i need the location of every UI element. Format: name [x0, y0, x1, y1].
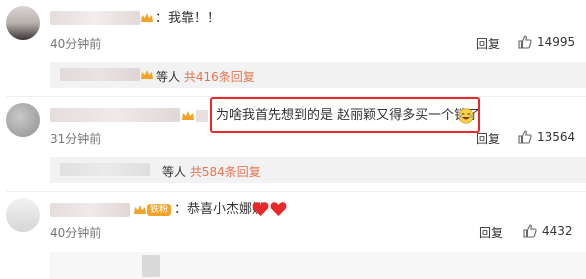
crown-icon: [182, 111, 194, 120]
comment-text: ：我靠！！: [155, 11, 221, 26]
reply-user-blurred: [60, 163, 150, 176]
thumbs-up-icon[interactable]: [523, 224, 537, 238]
sub-replies-prefix: 等人: [162, 165, 187, 179]
comment-time: 40分钟前: [50, 37, 102, 51]
sub-replies[interactable]: 等人 共416条回复: [50, 62, 586, 88]
username-blurred[interactable]: [50, 203, 130, 217]
avatar[interactable]: [6, 198, 40, 232]
reply-button[interactable]: 回复: [479, 224, 503, 241]
like-count: 4432: [542, 224, 573, 238]
reply-user-blurred: [142, 255, 160, 277]
sub-replies-link[interactable]: 共584条回复: [190, 165, 261, 179]
username-blurred[interactable]: [50, 11, 140, 25]
divider: [6, 191, 586, 192]
heart-icon: [270, 202, 287, 216]
fan-badge[interactable]: 铁粉: [147, 204, 172, 216]
sub-replies[interactable]: 等人 共584条回复: [50, 157, 586, 183]
sub-replies-link[interactable]: 共416条回复: [184, 70, 255, 84]
crown-icon: [141, 70, 153, 79]
reply-button[interactable]: 回复: [476, 35, 500, 52]
username-blurred[interactable]: [50, 108, 180, 122]
comment-time: 31分钟前: [50, 132, 102, 146]
like-count: 13564: [537, 130, 576, 144]
comment-time: 40分钟前: [50, 226, 102, 240]
reply-button[interactable]: 回复: [476, 130, 500, 147]
avatar[interactable]: [6, 103, 40, 137]
thumbs-up-icon[interactable]: [518, 35, 532, 49]
reply-user-blurred: [60, 68, 140, 81]
heart-icon: [252, 202, 269, 216]
username-blurred-tail: [196, 110, 208, 122]
thumbs-up-icon[interactable]: [518, 130, 532, 144]
like-count: 14995: [537, 35, 576, 49]
sub-replies-partial: [50, 252, 586, 279]
crown-icon: [141, 13, 153, 22]
sub-replies-prefix: 等人: [156, 70, 181, 84]
sub-replies-summary: 等人 共584条回复: [162, 163, 261, 180]
crown-icon: [134, 205, 146, 214]
avatar[interactable]: [6, 6, 40, 40]
sub-replies-summary: 等人 共416条回复: [156, 68, 255, 85]
highlight-box: [210, 97, 480, 133]
